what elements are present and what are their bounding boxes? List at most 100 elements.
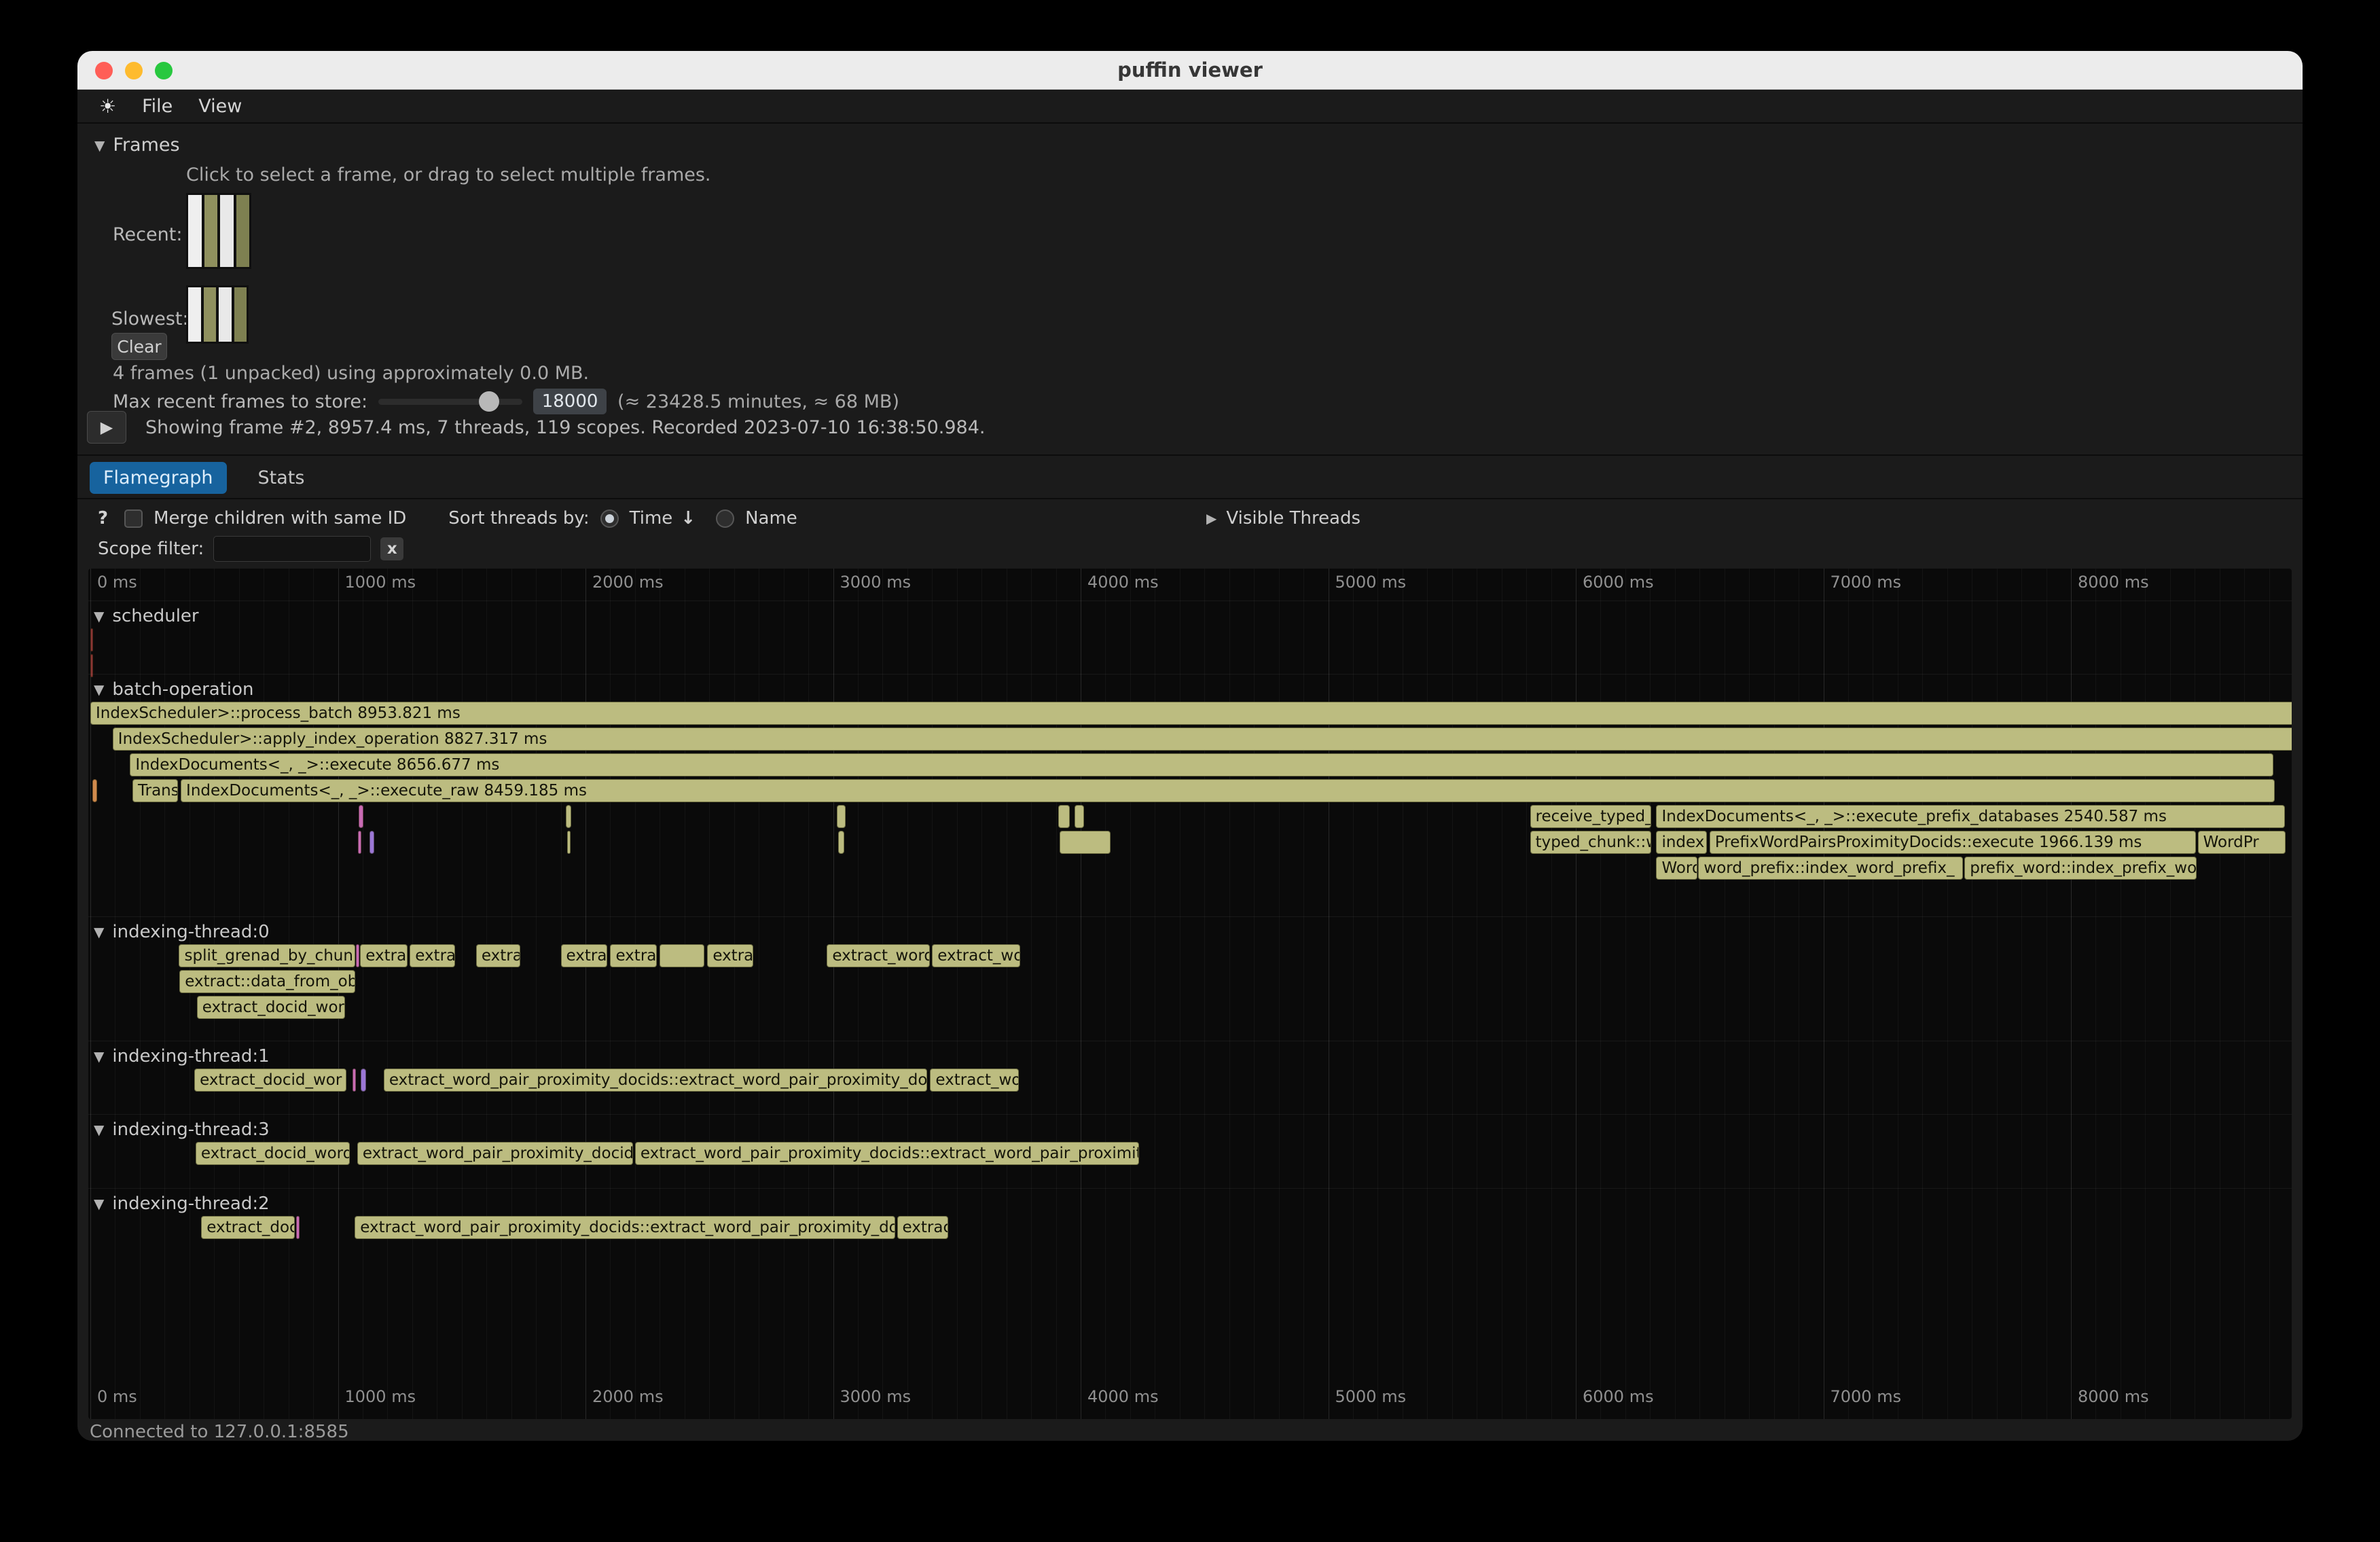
scope-bar[interactable] — [566, 805, 571, 828]
scope-bar[interactable] — [356, 944, 359, 967]
scope-bar[interactable]: extract_word_pair_proximity_docids — [357, 1142, 633, 1165]
scope-bar[interactable]: word_prefix::index_word_prefix_ — [1698, 857, 1963, 880]
scope-bar[interactable]: IndexDocuments<_, _>::execute_prefix_dat… — [1656, 805, 2285, 828]
scope-bar[interactable]: extract::data_from_ob — [179, 970, 355, 993]
scope-bar[interactable] — [296, 1216, 300, 1239]
scope-bar[interactable]: extrac — [476, 944, 520, 967]
sort-threads-label: Sort threads by: — [448, 508, 589, 528]
close-window-button[interactable] — [95, 62, 113, 79]
tab-flamegraph[interactable]: Flamegraph — [90, 462, 227, 494]
scope-bar[interactable] — [1075, 805, 1085, 828]
scope-bar[interactable]: extract — [360, 944, 408, 967]
scope-bar[interactable]: extract_ — [561, 944, 608, 967]
merge-children-checkbox[interactable] — [124, 509, 143, 528]
scope-bar[interactable]: receive_typed_ — [1530, 805, 1652, 828]
scope-bar[interactable]: extrac — [897, 1216, 948, 1239]
scope-bar[interactable]: extra — [410, 944, 454, 967]
frames-section-toggle[interactable]: ▼ Frames — [94, 135, 180, 156]
scope-bar[interactable]: Word — [1656, 857, 1697, 880]
maximize-window-button[interactable] — [155, 62, 173, 79]
gridline — [90, 569, 91, 1419]
thread-name: indexing-thread:0 — [112, 922, 269, 942]
scope-bar[interactable]: extract_wo — [932, 944, 1020, 967]
menu-view[interactable]: View — [198, 96, 242, 117]
scope-bar[interactable]: IndexScheduler>::process_batch 8953.821 … — [90, 702, 2292, 725]
frame-preview-bar[interactable] — [204, 287, 217, 342]
scope-bar[interactable]: extract_ — [610, 944, 657, 967]
recent-frames-thumbnail[interactable] — [186, 193, 251, 269]
scope-bar[interactable] — [1060, 831, 1111, 854]
slider-knob[interactable] — [479, 391, 499, 412]
scope-bar[interactable]: extract_docid_wor — [194, 1069, 346, 1092]
frame-preview-bar[interactable] — [219, 287, 232, 342]
scope-bar[interactable] — [92, 779, 97, 802]
scope-bar[interactable]: extract_docid_wor — [197, 996, 346, 1019]
scope-bar[interactable]: Trans — [132, 779, 178, 802]
menu-file[interactable]: File — [142, 96, 173, 117]
tabs-row: Flamegraph Stats — [90, 460, 318, 495]
minimize-window-button[interactable] — [125, 62, 143, 79]
thread-name: indexing-thread:1 — [112, 1046, 269, 1066]
scope-bar[interactable] — [359, 805, 363, 828]
scope-bar[interactable]: extract_docid_word — [196, 1142, 350, 1165]
scope-bar[interactable] — [838, 831, 844, 854]
scope-bar[interactable] — [1058, 805, 1069, 828]
tab-stats[interactable]: Stats — [245, 462, 319, 494]
scope-bar[interactable]: PrefixWordPairsProximityDocids::execute … — [1710, 831, 2197, 854]
scope-bar[interactable] — [358, 831, 361, 854]
scope-bar[interactable]: prefix_word::index_prefix_wo — [1964, 857, 2197, 880]
scope-bar[interactable] — [353, 1069, 356, 1092]
thread-header[interactable]: ▼indexing-thread:3 — [94, 1119, 270, 1140]
sort-name-radio[interactable] — [716, 509, 734, 528]
help-button[interactable]: ? — [98, 508, 108, 528]
gridline — [932, 569, 933, 1419]
scope-bar[interactable] — [361, 1069, 366, 1092]
scope-bar[interactable]: IndexDocuments<_, _>::execute_raw 8459.1… — [181, 779, 2275, 802]
scope-bar[interactable] — [369, 831, 374, 854]
scope-bar[interactable]: split_grenad_by_chun — [179, 944, 355, 967]
scope-filter-input[interactable] — [213, 536, 371, 562]
frame-preview-bar[interactable] — [188, 287, 201, 342]
gridline — [1774, 569, 1775, 1419]
clear-button[interactable]: Clear — [111, 333, 167, 360]
scope-bar[interactable]: extract_word_pair_proximity_docids::extr… — [384, 1069, 927, 1092]
play-button[interactable]: ▶ — [87, 411, 126, 444]
scope-bar[interactable]: extract_word — [827, 944, 929, 967]
scope-bar[interactable]: WordPr — [2198, 831, 2286, 854]
frame-preview-bar[interactable] — [234, 287, 247, 342]
theme-toggle-icon[interactable]: ☀ — [99, 95, 116, 118]
thread-header[interactable]: ▼indexing-thread:0 — [94, 922, 270, 942]
scope-bar[interactable] — [660, 944, 704, 967]
thread-header[interactable]: ▼indexing-thread:2 — [94, 1194, 270, 1214]
titlebar[interactable]: puffin viewer — [77, 51, 2303, 90]
scope-bar[interactable]: extract — [707, 944, 753, 967]
scope-bar[interactable]: extract_word_pair_proximity_docids::extr… — [635, 1142, 1139, 1165]
thread-separator — [88, 1188, 2292, 1189]
scope-bar[interactable]: extract_word_pair_proximity_docids::extr… — [355, 1216, 895, 1239]
scope-bar[interactable]: extract_doc — [201, 1216, 295, 1239]
gridline — [2095, 569, 2096, 1419]
scope-bar[interactable]: IndexDocuments<_, _>::execute 8656.677 m… — [130, 753, 2273, 776]
visible-threads-toggle[interactable]: ▶ Visible Threads — [1206, 508, 1360, 528]
scope-bar[interactable]: IndexScheduler>::apply_index_operation 8… — [113, 728, 2292, 751]
sort-time-label: Time — [630, 508, 673, 528]
scope-bar[interactable]: extract_wo — [930, 1069, 1018, 1092]
thread-header[interactable]: ▼batch-operation — [94, 679, 254, 700]
scope-bar[interactable]: index — [1656, 831, 1707, 854]
clear-filter-button[interactable]: x — [380, 537, 403, 560]
frames-hint: Click to select a frame, or drag to sele… — [186, 164, 711, 185]
scope-bar[interactable] — [90, 628, 93, 651]
gridline — [1279, 569, 1280, 1419]
thread-header[interactable]: ▼indexing-thread:1 — [94, 1046, 270, 1066]
scope-bar[interactable] — [567, 831, 571, 854]
frame-preview-bar[interactable] — [204, 195, 218, 267]
frame-preview-bar[interactable] — [236, 195, 250, 267]
sort-time-radio[interactable] — [600, 509, 619, 528]
scope-bar[interactable] — [837, 805, 846, 828]
scope-bar[interactable]: typed_chunk::w — [1530, 831, 1652, 854]
frame-preview-bar[interactable] — [188, 195, 202, 267]
flamegraph-canvas[interactable]: 0 ms0 ms1000 ms1000 ms2000 ms2000 ms3000… — [88, 569, 2292, 1419]
slowest-frames-thumbnail[interactable] — [186, 285, 249, 344]
frame-preview-bar[interactable] — [220, 195, 234, 267]
thread-header[interactable]: ▼scheduler — [94, 606, 199, 626]
